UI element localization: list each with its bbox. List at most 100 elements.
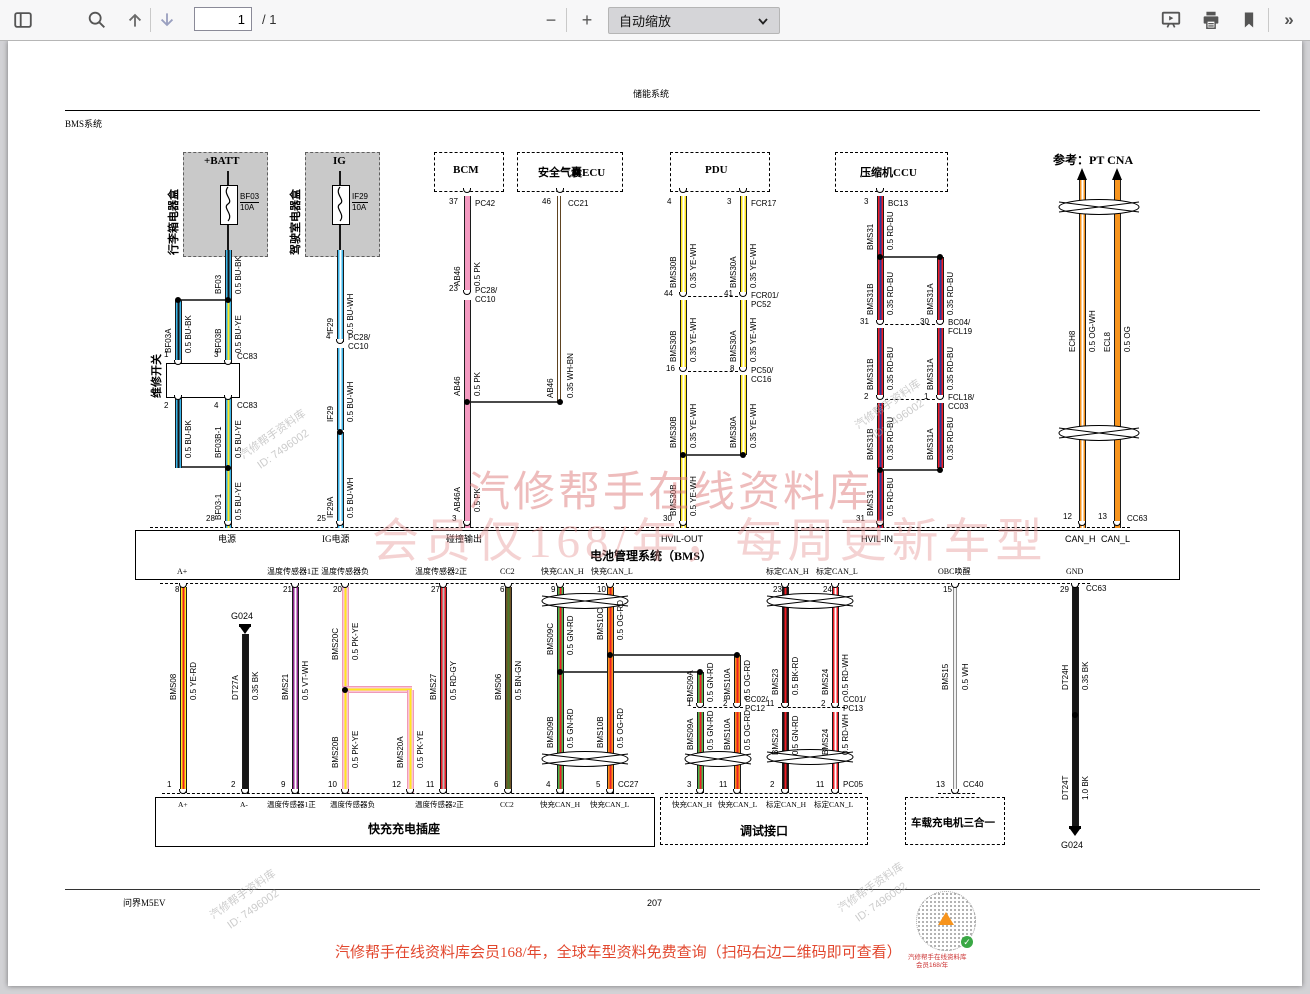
charge-socket-title: 快充充电插座 — [368, 820, 440, 837]
obc-title: 车载充电机三合一 — [911, 815, 995, 830]
bms-pin-label: 快充CAN_L — [591, 567, 633, 576]
pin-number: 12 — [1063, 512, 1072, 521]
pin-number: 9 — [551, 585, 555, 594]
fuse-lead — [339, 223, 341, 251]
zoom-in-button[interactable]: + — [574, 7, 600, 33]
bms-pin-label: 电源 — [218, 534, 236, 544]
wire-id: BMS30B — [669, 330, 679, 362]
wire-spec: 0.5 BU-YE — [234, 420, 244, 458]
wire-id: BMS20A — [396, 736, 406, 768]
fuse-id: IF29 — [352, 192, 368, 203]
zoom-select[interactable]: 自动缩放 — [608, 7, 780, 34]
pin-number: 1 — [687, 699, 691, 708]
socket-pin-label: CC2 — [500, 801, 514, 810]
pin-number: 21 — [283, 585, 292, 594]
wire-spec: 0.5 RD-WH — [841, 714, 851, 755]
wire-id: BMS10C — [596, 608, 606, 640]
wire-bms08 — [180, 587, 187, 793]
wire-id: ECL8 — [1103, 332, 1113, 352]
footer-model: 问界M5EV — [123, 898, 166, 908]
debug-pin-label: 快充CAN_H — [672, 801, 712, 810]
wire-id: BMS10B — [596, 716, 606, 748]
junction-line — [880, 256, 940, 258]
junction-dot — [557, 669, 563, 675]
wire-spec: 0.5 BU-BK — [184, 420, 194, 458]
wire-id: BMS31A — [926, 428, 936, 460]
section-title: BMS系统 — [65, 119, 102, 129]
wire-spec: 0.5 RD-GY — [449, 661, 459, 700]
bms-pin-label: GND — [1066, 567, 1083, 576]
wire-bf03b-1 — [225, 398, 232, 468]
airbag-ecu-title: 安全气囊ECU — [538, 164, 605, 180]
zoom-out-button[interactable]: − — [538, 7, 564, 33]
more-tools-button[interactable]: » — [1276, 7, 1302, 33]
pin-number: 9 — [281, 780, 285, 789]
wire-id: BMS30B — [669, 484, 679, 516]
presentation-mode-button[interactable] — [1158, 7, 1184, 33]
wire-id: BF03-1 — [214, 494, 224, 520]
sidebar-toggle-button[interactable] — [10, 7, 36, 33]
wire-bms15 — [953, 587, 957, 793]
search-button[interactable] — [84, 7, 110, 33]
print-button[interactable] — [1198, 7, 1224, 33]
wire-bms20c — [342, 587, 349, 688]
ig-label: IG — [333, 155, 346, 167]
connector-label: FCL18/ CC03 — [948, 393, 974, 411]
previous-page-button[interactable] — [122, 7, 148, 33]
bms-pin-label: 快充CAN_H — [541, 567, 584, 576]
wire-id: AB46A — [453, 487, 463, 512]
wire-id: BMS30B — [669, 416, 679, 448]
wire-spec: 0.35 YE-WH — [749, 244, 759, 288]
wire-id: BF03B-1 — [214, 426, 224, 458]
wire-spec: 0.5 BU-WH — [346, 294, 356, 334]
wire-spec: 0.5 RD-BU — [886, 211, 896, 250]
pin-number: 25 — [317, 514, 326, 523]
wire-id: BMS31A — [926, 283, 936, 315]
pin-number: 8 — [175, 585, 179, 594]
pin-number: 2 — [770, 780, 774, 789]
wire-spec: 0.5 PK — [473, 262, 483, 286]
fuse-if29 — [332, 185, 350, 225]
wire-id: ECH8 — [1068, 331, 1078, 352]
wire-spec: 0.5 GN-RD — [566, 708, 576, 748]
wire-if29 — [337, 250, 344, 342]
wire-spec: 0.5 GN-RD — [706, 662, 716, 702]
junction-dot — [175, 297, 181, 303]
debug-pin-label: 标定CAN_H — [766, 801, 806, 810]
pin-number: 6 — [500, 585, 504, 594]
fuse-if29-label: IF29 10A — [352, 192, 368, 213]
junction-dot — [557, 399, 563, 405]
next-page-button[interactable] — [154, 7, 180, 33]
connector-label: CC40 — [963, 780, 983, 789]
wire-bms31a — [937, 328, 944, 397]
wire-bms10b — [607, 655, 614, 793]
pin-number: 10 — [597, 585, 606, 594]
connector-label: CC27 — [618, 780, 638, 789]
connector-label: BC13 — [888, 199, 908, 208]
connector-label: PC42 — [475, 199, 495, 208]
connector-label: FCR17 — [751, 199, 776, 208]
wire-bms20a — [407, 690, 414, 793]
bookmark-icon — [1239, 9, 1259, 31]
pin-number: 37 — [449, 197, 458, 206]
wire-spec: 0.35 RD-BU — [886, 417, 896, 460]
fuse-rating: 10A — [352, 203, 366, 212]
connector-label: CC01/ PC13 — [843, 695, 866, 713]
bookmark-button[interactable] — [1236, 7, 1262, 33]
wire-bms10a — [734, 655, 741, 706]
wire-spec: 0.5 WH — [961, 663, 971, 690]
wire-id: BMS31B — [866, 283, 876, 315]
wire-spec: 0.5 PK-YE — [351, 623, 361, 660]
wire-spec: 0.5 YE-WH — [689, 476, 699, 516]
bms-pin-label: 标定CAN_H — [766, 567, 809, 576]
pin-number: 2 — [723, 699, 727, 708]
bms-pin-label: 碰撞输出 — [446, 534, 482, 544]
page-number-input[interactable] — [194, 7, 252, 31]
wire-id: BMS31A — [926, 358, 936, 390]
bms-title: 电池管理系统（BMS） — [590, 547, 712, 564]
pdf-toolbar: / 1 − + 自动缩放 » — [0, 0, 1310, 41]
service-switch-label: 维修开关 — [151, 354, 163, 398]
pin-number: 31 — [856, 514, 865, 523]
qr-stamp: ✓ — [916, 891, 976, 951]
fuse-lead — [339, 171, 341, 185]
